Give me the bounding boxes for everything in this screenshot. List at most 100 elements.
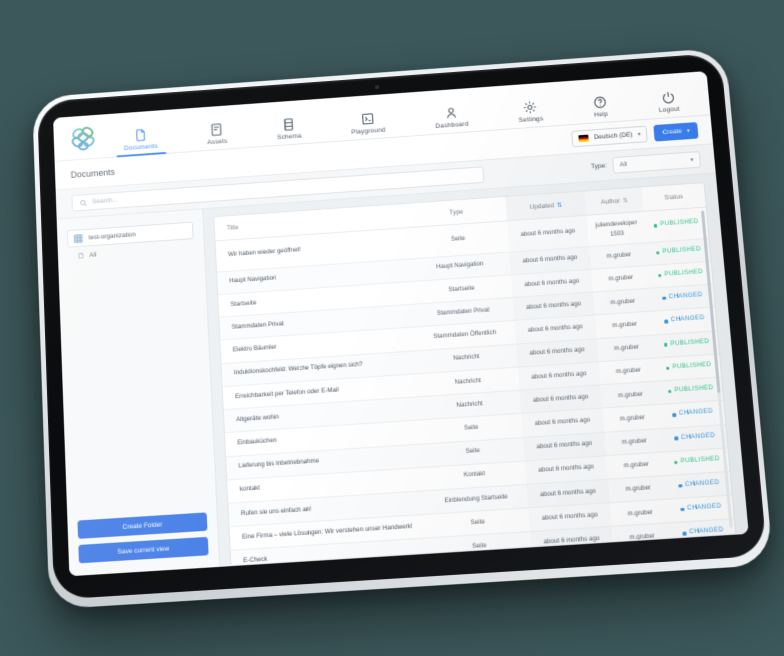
cell-title[interactable]: Rufen sie uns einfach an!: [228, 490, 427, 527]
nav-label: Assets: [207, 138, 228, 147]
cell-type: Seite: [420, 413, 523, 444]
status-badge: PUBLISHED: [673, 454, 721, 467]
nav-label: Settings: [518, 115, 544, 125]
status-dot-icon: [672, 413, 677, 417]
cell-status: CHANGED: [652, 307, 717, 335]
table-row[interactable]: Lieferung bis Inbetriebnahme Seite about 6…: [226, 424, 728, 480]
cell-updated: about 6 months ago: [529, 526, 614, 556]
status-label: PUBLISHED: [659, 218, 699, 228]
status-badge: PUBLISHED: [667, 384, 714, 396]
create-button[interactable]: Create ▾: [653, 122, 699, 142]
status-label: PUBLISHED: [662, 245, 702, 255]
cell-status: CHANGED: [660, 400, 726, 429]
nav-item-documents[interactable]: Documents: [114, 123, 168, 156]
cell-title[interactable]: E-Check: [230, 538, 430, 567]
nav-label: Playground: [351, 126, 386, 136]
gear-icon: [522, 100, 538, 115]
nav-label: Schema: [276, 132, 302, 142]
cell-status: CHANGED: [670, 519, 737, 548]
document-icon: [133, 127, 148, 142]
cell-updated: about 6 months ago: [512, 292, 596, 321]
status-label: PUBLISHED: [680, 454, 721, 465]
cell-updated: about 6 months ago: [508, 246, 592, 275]
table-row[interactable]: Erreichbarkeit per Telefon oder E-Mail Na…: [222, 353, 722, 410]
status-badge: PUBLISHED: [663, 338, 710, 350]
status-badge: CHANGED: [674, 431, 716, 443]
cell-updated: about 6 months ago: [524, 455, 609, 485]
table-row[interactable]: Einbauküchen Seite about 6 months ago m.gru…: [224, 400, 726, 457]
table-row[interactable]: Altgeräte wohin Nachricht about 6 months a…: [223, 377, 724, 433]
nav-item-assets[interactable]: Assets: [196, 118, 237, 150]
scene: Documents Assets Schema Playground Dashb…: [0, 0, 784, 656]
chevron-down-icon: ▾: [690, 157, 694, 164]
cell-type: Kontakt: [423, 460, 526, 491]
nav-item-schema[interactable]: Schema: [266, 113, 312, 146]
table-row[interactable]: kontakt Kontakt about 6 months ago m.gruber…: [227, 447, 730, 504]
sort-icon: ⇅: [556, 202, 563, 209]
sanity-flower-logo[interactable]: [67, 121, 101, 156]
cell-status: CHANGED: [668, 495, 734, 524]
status-label: CHANGED: [670, 314, 705, 324]
chevron-down-icon: ▾: [637, 131, 641, 138]
cell-author: juliendeveloper 1503: [587, 211, 647, 247]
cell-author: m.gruber: [608, 475, 669, 503]
cell-status: PUBLISHED: [664, 447, 730, 476]
cell-author: m.gruber: [596, 334, 657, 362]
language-selector[interactable]: Deutsch (DE) ▾: [571, 125, 649, 148]
content-area: test-organization All Create Folder Save…: [56, 173, 749, 577]
cell-title[interactable]: Altgeräte wohin: [223, 396, 421, 433]
cell-title[interactable]: kontakt: [227, 467, 425, 504]
nav-label: Dashboard: [435, 120, 469, 130]
chevron-down-icon: ▾: [686, 128, 691, 135]
cell-title[interactable]: Lieferung bis Inbetriebnahme: [226, 443, 424, 480]
cell-title[interactable]: Einbauküchen: [224, 420, 422, 457]
table-scrollbar[interactable]: [701, 210, 733, 528]
cell-type: Seite: [426, 508, 530, 539]
cell-author: m.gruber: [595, 311, 655, 339]
status-label: CHANGED: [688, 526, 724, 536]
status-badge: CHANGED: [664, 315, 705, 327]
status-badge: PUBLISHED: [653, 218, 699, 230]
status-dot-icon: [655, 250, 660, 255]
cell-updated: about 6 months ago: [520, 408, 605, 438]
status-dot-icon: [667, 389, 672, 394]
cell-updated: about 6 months ago: [525, 479, 611, 509]
status-label: CHANGED: [678, 407, 714, 418]
type-filter-dropdown[interactable]: All ▾: [612, 151, 702, 174]
status-label: PUBLISHED: [674, 384, 714, 394]
cell-type: Nachricht: [417, 367, 520, 397]
tablet-bezel: Documents Assets Schema Playground Dashb…: [37, 52, 768, 600]
assets-icon: [209, 122, 224, 137]
cell-status: CHANGED: [650, 284, 715, 312]
nav-item-logout[interactable]: Logout: [647, 86, 690, 119]
status-dot-icon: [674, 436, 679, 441]
cell-status: PUBLISHED: [658, 377, 724, 405]
cell-type: Nachricht: [415, 343, 518, 374]
terminal-icon: [360, 111, 376, 126]
help-icon: [592, 95, 608, 110]
documents-table-card: Title Type Updated ⇅ Author ⇅ Status Wir…: [213, 182, 737, 567]
cell-status: PUBLISHED: [654, 330, 720, 358]
cell-author: m.gruber: [602, 404, 663, 432]
cell-type: Einblendung Startseite: [424, 484, 528, 515]
type-filter-label: Type:: [590, 162, 608, 171]
table-row[interactable]: Rufen sie uns einfach an! Einblendung Sta…: [228, 471, 732, 527]
create-folder-button[interactable]: Create Folder: [77, 512, 208, 539]
cell-title[interactable]: Erreichbarkeit per Telefon oder E-Mail: [222, 373, 419, 410]
status-dot-icon: [663, 343, 668, 347]
nav-label: Logout: [658, 105, 681, 115]
nav-item-playground[interactable]: Playground: [340, 107, 396, 141]
status-badge: CHANGED: [672, 408, 713, 420]
status-label: CHANGED: [668, 291, 703, 301]
nav-item-settings[interactable]: Settings: [507, 96, 554, 129]
cell-title[interactable]: Impressum: [231, 562, 431, 567]
table-row[interactable]: Eine Firma – viele Lösungen: Wir versteh…: [229, 495, 734, 551]
status-dot-icon: [657, 273, 662, 278]
cell-title[interactable]: Eine Firma – viele Lösungen: Wir versteh…: [229, 514, 428, 551]
nav-item-dashboard[interactable]: Dashboard: [424, 101, 479, 134]
nav-item-help[interactable]: Help: [582, 91, 619, 123]
save-current-view-button[interactable]: Save current view: [78, 536, 209, 564]
column-header-author-label: Author: [600, 197, 621, 207]
cell-status: PUBLISHED: [656, 353, 722, 382]
